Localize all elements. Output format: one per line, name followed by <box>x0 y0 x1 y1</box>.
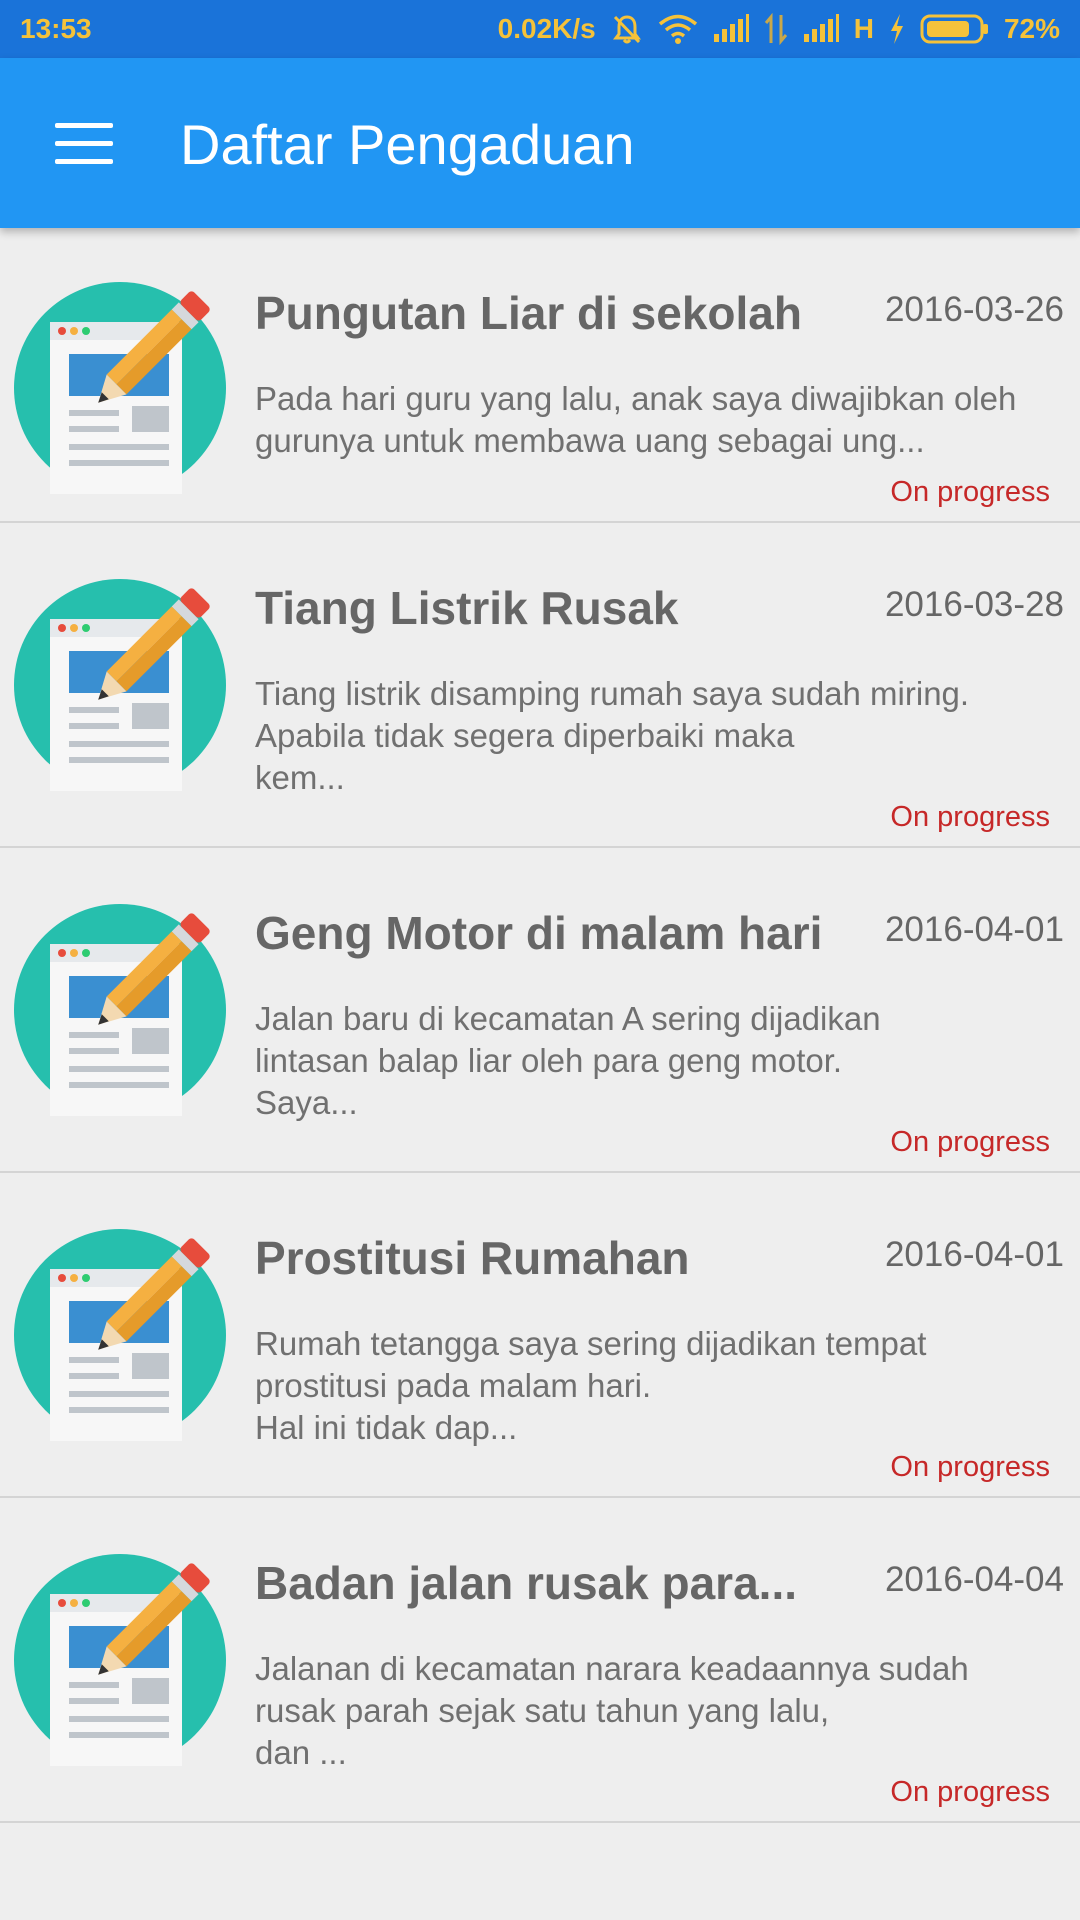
list-item[interactable]: Tiang Listrik Rusak 2016-03-28 Tiang lis… <box>0 523 1080 848</box>
battery-icon <box>920 14 988 44</box>
status-time: 13:53 <box>20 13 92 44</box>
hamburger-menu-icon[interactable] <box>55 123 113 165</box>
charging-icon <box>890 14 903 44</box>
list-item[interactable]: Pungutan Liar di sekolah 2016-03-26 Pada… <box>0 228 1080 523</box>
bell-muted-icon <box>612 15 641 44</box>
status-icons: 0.02K/s H 72% <box>498 12 1060 46</box>
complaint-description: Tiang listrik disamping rumah saya sudah… <box>255 675 970 796</box>
app-bar: Daftar Pengaduan <box>0 58 1080 228</box>
list-item[interactable]: Prostitusi Rumahan 2016-04-01 Rumah teta… <box>0 1173 1080 1498</box>
report-document-icon <box>14 904 226 1116</box>
complaint-description: Rumah tetangga saya sering dijadikan tem… <box>255 1325 927 1446</box>
complaint-title: Pungutan Liar di sekolah <box>255 287 802 339</box>
report-document-icon <box>14 579 226 791</box>
complaint-description: Pada hari guru yang lalu, anak saya diwa… <box>255 380 1017 459</box>
battery-level: 72% <box>1003 13 1060 44</box>
complaint-title: Prostitusi Rumahan <box>255 1232 690 1284</box>
complaint-date: 2016-03-26 <box>884 290 1064 329</box>
complaint-date: 2016-04-04 <box>884 1560 1064 1599</box>
net-speed: 0.02K/s <box>497 13 596 44</box>
list-item[interactable]: Geng Motor di malam hari 2016-04-01 Jala… <box>0 848 1080 1173</box>
complaint-date: 2016-03-28 <box>884 585 1064 624</box>
page-title: Daftar Pengaduan <box>180 113 635 176</box>
list-item[interactable]: Badan jalan rusak para... 2016-04-04 Jal… <box>0 1498 1080 1823</box>
complaint-description: Jalan baru di kecamatan A sering dijadik… <box>255 1000 881 1121</box>
complaint-description: Jalanan di kecamatan narara keadaannya s… <box>255 1650 969 1771</box>
report-document-icon <box>14 1554 226 1766</box>
status-badge: On progress <box>890 1126 1050 1158</box>
network-type: H <box>853 13 874 44</box>
complaint-title: Geng Motor di malam hari <box>255 907 823 959</box>
wifi-icon <box>658 14 697 44</box>
status-badge: On progress <box>890 476 1050 508</box>
complaint-date: 2016-04-01 <box>884 1235 1064 1274</box>
complaint-list: Pungutan Liar di sekolah 2016-03-26 Pada… <box>0 228 1080 1823</box>
report-document-icon <box>14 282 226 494</box>
signal-icon <box>803 14 839 42</box>
data-arrows-icon <box>764 13 787 45</box>
status-bar: 13:53 0.02K/s H 72% <box>0 0 1080 58</box>
complaint-title: Badan jalan rusak para... <box>255 1557 798 1609</box>
status-badge: On progress <box>890 1451 1050 1483</box>
complaint-title: Tiang Listrik Rusak <box>255 582 679 634</box>
complaint-date: 2016-04-01 <box>884 910 1064 949</box>
signal-icon <box>713 14 749 42</box>
status-badge: On progress <box>890 801 1050 833</box>
status-badge: On progress <box>890 1776 1050 1808</box>
report-document-icon <box>14 1229 226 1441</box>
